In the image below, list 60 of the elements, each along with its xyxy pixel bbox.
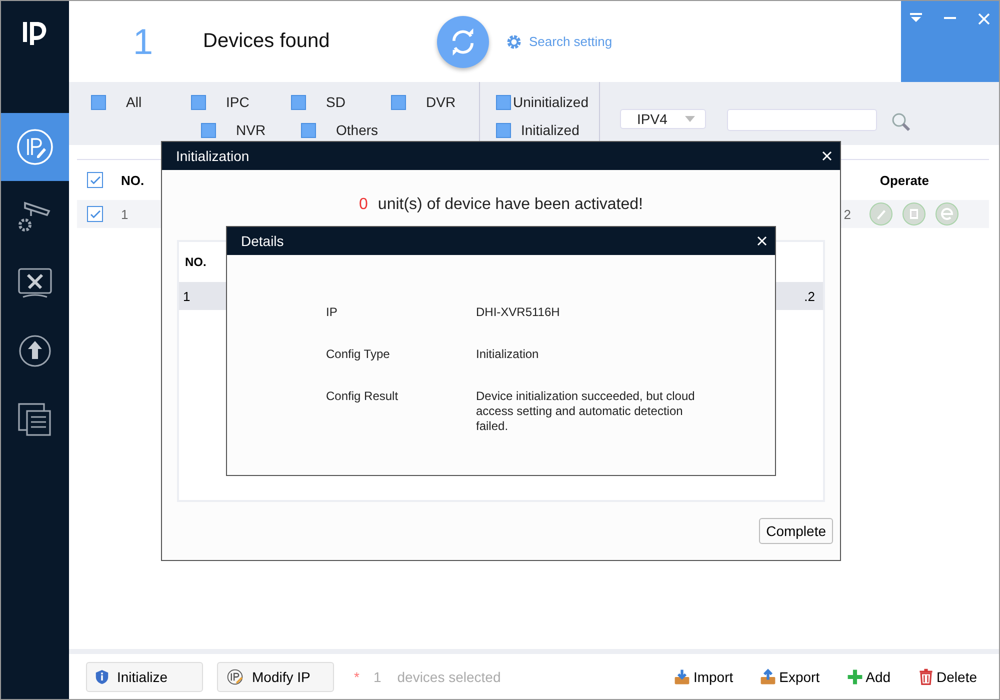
filter-checkbox[interactable]: IPC xyxy=(191,92,291,112)
dialog-title: Initialization xyxy=(176,148,250,164)
ip-edit-icon xyxy=(226,668,244,686)
table-cell: 1 xyxy=(183,288,190,304)
table-cell: 2 xyxy=(844,206,851,222)
device-count: 1 xyxy=(133,20,154,62)
field-value: DHI-XVR5116H xyxy=(476,305,561,320)
dropdown-icon[interactable] xyxy=(910,13,922,23)
table-cell: .2 xyxy=(804,288,815,304)
filter-checkbox[interactable]: SD xyxy=(291,92,391,112)
import-button[interactable]: Import xyxy=(673,668,734,686)
row-checkbox[interactable] xyxy=(87,206,103,222)
document-icon[interactable] xyxy=(902,202,926,226)
export-button[interactable]: Export xyxy=(759,668,820,686)
asterisk: * xyxy=(354,668,360,684)
delete-button[interactable]: Delete xyxy=(916,668,977,686)
search-icon[interactable] xyxy=(891,112,911,132)
field-value: Device initialization succeeded, but cloud access setting and automatic detection failed. xyxy=(476,389,696,434)
initialize-button[interactable]: Initialize xyxy=(86,662,203,692)
edit-icon[interactable] xyxy=(869,202,893,226)
check-icon xyxy=(90,176,100,184)
import-icon xyxy=(673,668,692,686)
field-value: Initialization xyxy=(476,347,540,362)
column-header: NO. xyxy=(185,255,206,269)
check-icon xyxy=(90,210,100,218)
table-cell-text: 1 xyxy=(121,206,130,222)
filter-checkbox[interactable]: Others xyxy=(301,120,401,140)
selected-label: devices selected xyxy=(397,668,501,684)
status-checkbox[interactable]: Initialized xyxy=(496,120,596,140)
protocol-select[interactable]: IPV4 xyxy=(620,109,706,129)
activation-message: unit(s) of device have been activated! xyxy=(378,196,643,213)
caret-icon xyxy=(685,116,695,122)
filter-checkbox[interactable]: NVR xyxy=(201,120,301,140)
trash-icon xyxy=(916,668,935,686)
activated-count: 0 xyxy=(359,196,368,213)
filter-checkbox[interactable]: All xyxy=(91,92,191,112)
select-all-checkbox[interactable] xyxy=(87,172,103,188)
selected-count: 1 xyxy=(373,668,382,684)
field-label: Config Type xyxy=(326,347,391,362)
column-header: Operate xyxy=(880,172,929,188)
close-icon[interactable] xyxy=(822,151,832,161)
gear-icon xyxy=(505,32,523,50)
field-label: IP xyxy=(326,305,338,320)
search-field[interactable] xyxy=(727,109,877,131)
complete-button[interactable]: Complete xyxy=(759,518,833,544)
field-label: Config Result xyxy=(326,389,400,405)
refresh-button[interactable] xyxy=(437,16,489,68)
close-icon[interactable] xyxy=(757,236,767,246)
shield-icon xyxy=(95,668,109,684)
browser-icon[interactable] xyxy=(935,202,959,226)
add-button[interactable]: Add xyxy=(846,668,891,686)
status-checkbox[interactable]: Uninitialized xyxy=(496,92,596,112)
column-header: NO. xyxy=(121,172,146,188)
export-icon xyxy=(759,668,778,686)
devices-found-title: Devices found xyxy=(203,30,331,53)
filter-checkbox[interactable]: DVR xyxy=(391,92,491,112)
ip-edit-icon xyxy=(15,127,55,167)
plus-icon xyxy=(846,668,864,686)
dialog-title: Details xyxy=(241,233,284,249)
modify-ip-button[interactable]: Modify IP xyxy=(217,662,334,692)
